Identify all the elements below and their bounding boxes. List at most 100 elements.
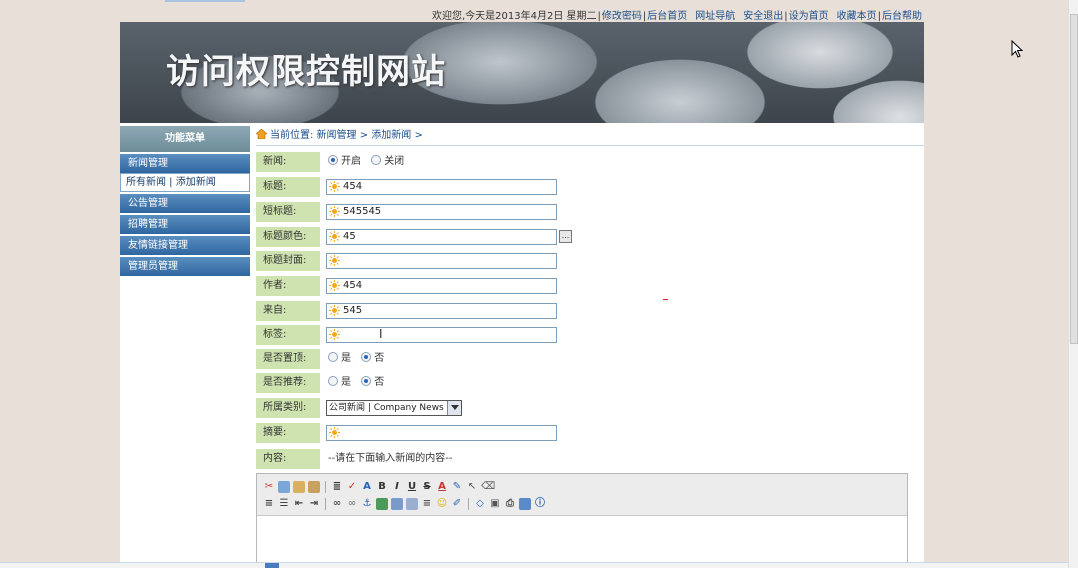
strikethrough-icon[interactable]: S: [421, 481, 433, 493]
radio-recommend-yes[interactable]: [328, 376, 338, 386]
print-icon[interactable]: ⎙: [504, 498, 516, 510]
eraser-icon[interactable]: ⌫: [481, 481, 495, 493]
bookmark-link[interactable]: 收藏本页: [837, 11, 877, 22]
row-recommend: 是否推荐: 是 否: [256, 373, 906, 393]
vertical-scrollbar-thumb[interactable]: [1070, 14, 1078, 344]
sidebar-item-friend-links[interactable]: 友情链接管理: [120, 236, 250, 255]
anchor-icon[interactable]: ⚓: [361, 498, 373, 510]
font-color-icon[interactable]: A: [436, 481, 448, 493]
sidebar-item-notice[interactable]: 公告管理: [120, 194, 250, 213]
preview-icon[interactable]: ▣: [489, 498, 501, 510]
site-title: 访问权限控制网站: [166, 52, 446, 92]
change-password-link[interactable]: 修改密码: [602, 11, 642, 22]
top-bar: 欢迎您,今天是2013年4月2日 星期二|修改密码|后台首页 网址导航 安全退出|设…: [0, 0, 1068, 22]
radio-recommend-yes-label: 是: [341, 377, 351, 388]
sun-icon: [329, 206, 340, 217]
align-left-icon[interactable]: ≡: [263, 498, 275, 510]
label-title: 标题:: [256, 177, 320, 197]
label-source: 来自:: [256, 301, 320, 321]
emoticon-icon[interactable]: ☺: [436, 498, 448, 510]
highlight-icon[interactable]: ✎: [451, 481, 463, 493]
help-link[interactable]: 后台帮助: [882, 11, 922, 22]
sidebar-item-recruit[interactable]: 招聘管理: [120, 215, 250, 234]
about-icon[interactable]: ⓘ: [534, 498, 546, 510]
short-title-value: 545545: [343, 206, 382, 217]
row-source: 来自: 545: [256, 301, 906, 321]
label-tags: 标签:: [256, 325, 320, 345]
fullscreen-icon[interactable]: [519, 497, 531, 510]
source-code-icon[interactable]: ◇: [474, 498, 486, 510]
cover-input[interactable]: [326, 253, 557, 269]
tags-input[interactable]: [326, 327, 557, 343]
media-icon[interactable]: [406, 497, 418, 510]
vertical-scrollbar[interactable]: [1068, 0, 1078, 568]
copy-icon[interactable]: [278, 480, 290, 493]
sun-icon: [329, 280, 340, 291]
radio-news-off[interactable]: [371, 155, 382, 165]
horizontal-scrollbar-thumb[interactable]: [265, 563, 279, 568]
image-icon[interactable]: [376, 497, 388, 510]
author-input[interactable]: 454: [326, 278, 557, 294]
editor-body[interactable]: [257, 516, 907, 568]
paste-icon[interactable]: [293, 480, 305, 493]
label-pinned: 是否置顶:: [256, 349, 320, 369]
row-content: 内容: --请在下面输入新闻的内容--: [256, 449, 906, 469]
sun-icon: [329, 181, 340, 192]
italic-icon[interactable]: I: [391, 481, 403, 493]
short-title-input[interactable]: 545545: [326, 204, 557, 220]
sidebar-subitem-news-links[interactable]: 所有新闻 | 添加新闻: [120, 173, 250, 192]
spellcheck-icon[interactable]: ✓: [346, 481, 358, 493]
radio-pinned-no-label: 否: [374, 353, 385, 364]
title-input[interactable]: 454: [326, 179, 557, 195]
author-value: 454: [343, 280, 363, 291]
mouse-cursor-icon: [1011, 40, 1023, 58]
title-color-input[interactable]: 45: [326, 229, 557, 245]
label-news: 新闻:: [256, 152, 320, 172]
radio-news-on[interactable]: [328, 155, 338, 165]
summary-input[interactable]: [326, 425, 557, 441]
horizontal-rule-icon[interactable]: ≡: [421, 498, 433, 510]
list-icon[interactable]: ☰: [278, 498, 290, 510]
news-switch: 开启 关闭: [328, 152, 411, 172]
radio-pinned-no[interactable]: [361, 352, 372, 362]
horizontal-scrollbar[interactable]: [0, 562, 1068, 568]
sidebar-item-news[interactable]: 新闻管理: [120, 154, 250, 173]
set-homepage-link[interactable]: 设为首页: [789, 11, 829, 22]
sun-icon: [329, 329, 340, 340]
chevron-down-icon[interactable]: [447, 401, 461, 415]
title-value: 454: [343, 181, 363, 192]
label-cover: 标题封面:: [256, 251, 320, 271]
label-category: 所属类别:: [256, 398, 320, 418]
category-select[interactable]: 公司新闻 | Company News: [326, 400, 462, 416]
underline-icon[interactable]: U: [406, 481, 418, 493]
paste-text-icon[interactable]: [308, 480, 320, 493]
logout-link[interactable]: 安全退出: [743, 11, 783, 22]
outdent-icon[interactable]: ⇤: [293, 498, 305, 510]
cut-icon[interactable]: ✂: [263, 481, 275, 493]
row-news: 新闻: 开启 关闭: [256, 152, 906, 172]
row-tags: 标签:: [256, 325, 906, 345]
radio-news-off-label: 关闭: [384, 156, 405, 167]
format-icon[interactable]: ≣: [331, 481, 343, 493]
flash-icon[interactable]: [391, 497, 403, 510]
pointer-icon[interactable]: ↖: [466, 481, 478, 493]
sun-icon: [329, 427, 340, 438]
special-char-icon[interactable]: ✐: [451, 498, 463, 510]
label-title-color: 标题颜色:: [256, 227, 320, 247]
unlink-icon[interactable]: ∞: [346, 498, 358, 510]
color-picker-button[interactable]: ...: [559, 230, 572, 243]
sidebar-item-admins[interactable]: 管理员管理: [120, 257, 250, 276]
radio-recommend-no[interactable]: [361, 376, 372, 386]
editor-toolbar: ✂ ≣ ✓ A B I U S A ✎ ↖ ⌫ ≡ ☰ ⇤ ⇥ ∞ ∞ ⚓ ≡ …: [257, 474, 907, 516]
site-nav-link[interactable]: 网址导航: [695, 11, 735, 22]
radio-pinned-yes[interactable]: [328, 352, 338, 362]
font-icon[interactable]: A: [361, 481, 373, 493]
bold-icon[interactable]: B: [376, 481, 388, 493]
indent-icon[interactable]: ⇥: [308, 498, 320, 510]
row-cover: 标题封面:: [256, 251, 906, 271]
label-short-title: 短标题:: [256, 202, 320, 222]
admin-home-link[interactable]: 后台首页: [647, 11, 687, 22]
row-short-title: 短标题: 545545: [256, 202, 906, 222]
link-icon[interactable]: ∞: [331, 498, 343, 510]
source-input[interactable]: 545: [326, 303, 557, 319]
